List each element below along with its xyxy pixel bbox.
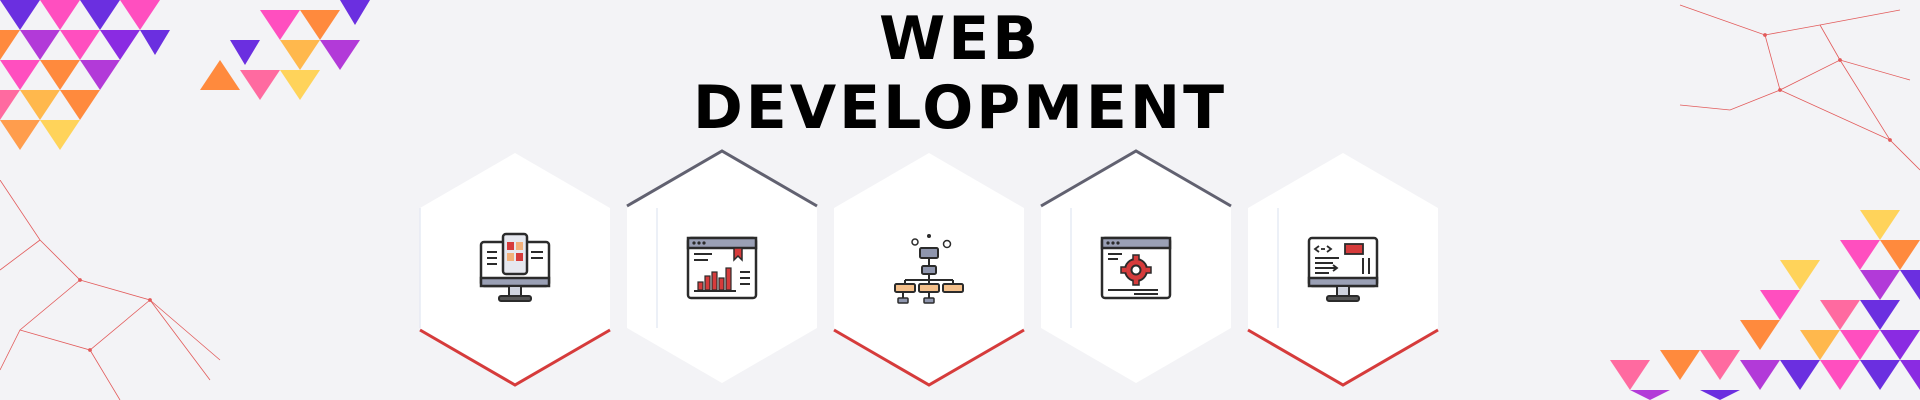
hexagon-row	[0, 0, 1920, 400]
browser-chart-icon	[682, 228, 762, 308]
monitor-dashboard-icon	[475, 228, 555, 308]
hex-settings	[1036, 148, 1236, 388]
hex-analytics	[622, 148, 822, 388]
sitemap-icon	[889, 228, 969, 308]
hex-dashboard	[415, 148, 615, 388]
hex-code	[1243, 148, 1443, 388]
browser-gear-icon	[1096, 228, 1176, 308]
monitor-code-icon	[1303, 228, 1383, 308]
hex-sitemap	[829, 148, 1029, 388]
